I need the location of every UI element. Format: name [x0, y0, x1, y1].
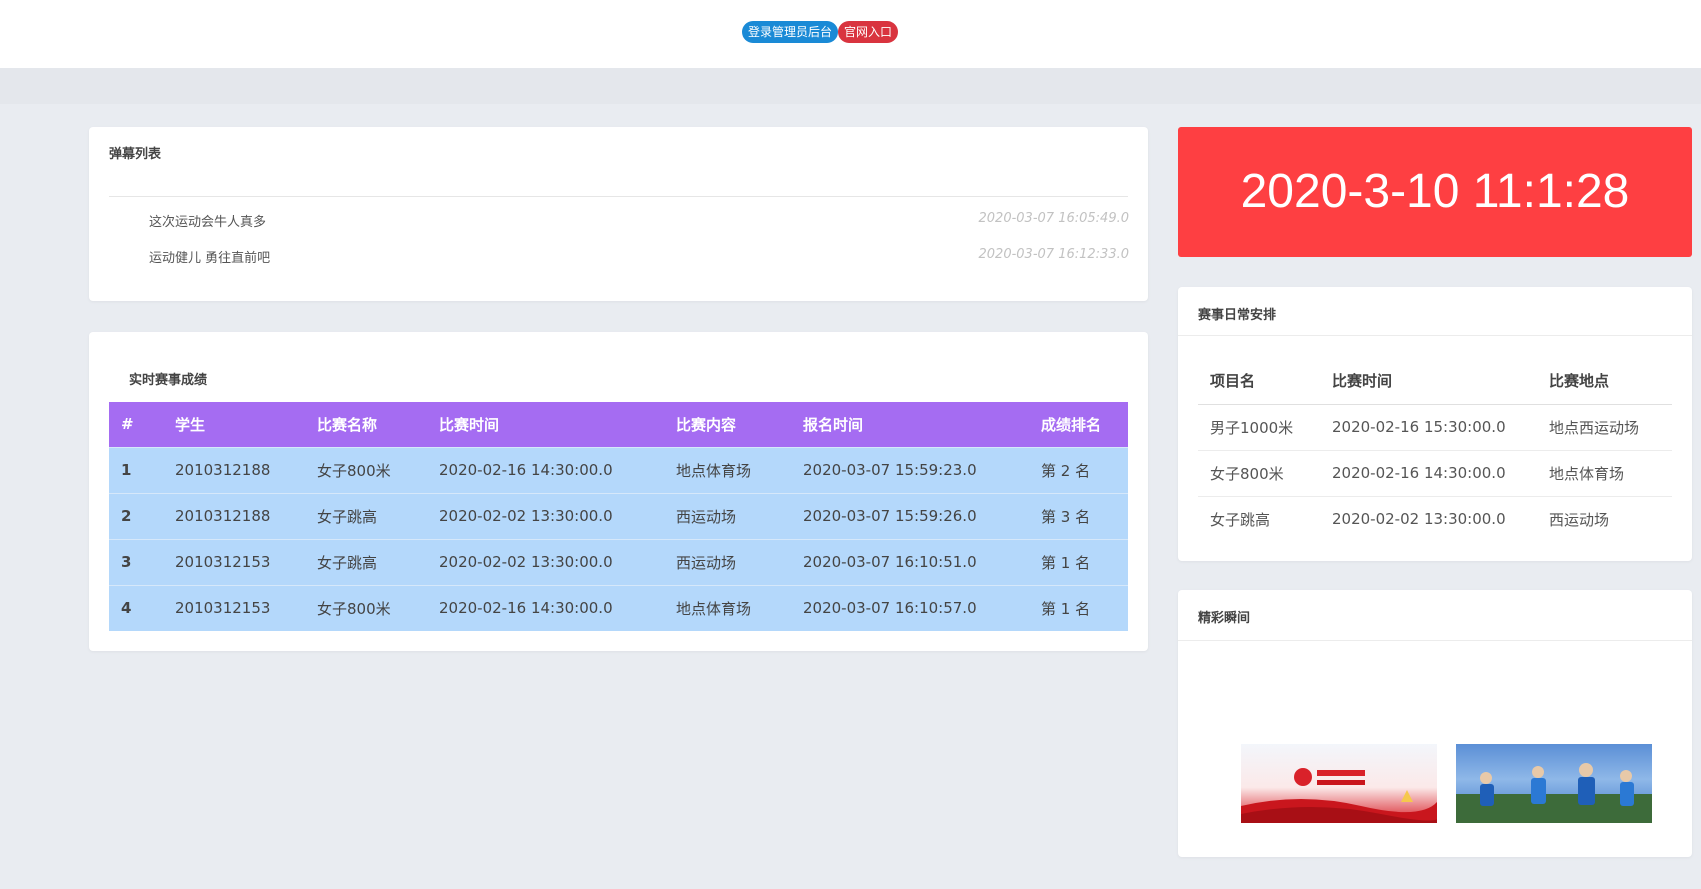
current-time-display: 2020-3-10 11:1:28 — [1178, 127, 1692, 257]
cell: 2020-03-07 16:10:51.0 — [791, 538, 1029, 585]
divider — [1178, 640, 1692, 641]
cell: 2020-02-16 14:30:00.0 — [427, 446, 664, 493]
header-band — [0, 68, 1701, 104]
table-row: 3 2010312153 女子跳高 2020-02-02 13:30:00.0 … — [109, 538, 1128, 585]
highlights-card: 精彩瞬间 — [1178, 590, 1692, 857]
col-header: 比赛名称 — [305, 402, 427, 447]
danmu-card: 弹幕列表 这次运动会牛人真多 2020-03-07 16:05:49.0 运动健… — [89, 127, 1148, 301]
results-table: # 学生 比赛名称 比赛时间 比赛内容 报名时间 成绩排名 1 20103121… — [109, 402, 1128, 631]
cell: 女子800米 — [305, 584, 427, 631]
col-header: 比赛内容 — [664, 402, 791, 447]
results-title: 实时赛事成绩 — [129, 373, 208, 388]
cell: 2020-02-16 14:30:00.0 — [1320, 450, 1537, 497]
cell: 西运动场 — [664, 492, 791, 539]
schedule-card: 赛事日常安排 项目名 比赛时间 比赛地点 男子1000米 2020-02-16 … — [1178, 287, 1692, 561]
col-header: # — [109, 402, 163, 447]
cell: 2020-02-02 13:30:00.0 — [1332, 510, 1506, 529]
danmu-text: 运动健儿 勇往直前吧 — [149, 251, 271, 266]
danmu-title: 弹幕列表 — [109, 147, 162, 162]
danmu-item: 运动健儿 勇往直前吧 2020-03-07 16:12:33.0 — [149, 247, 1129, 267]
col-header: 比赛时间 — [427, 402, 664, 447]
cell: 女子跳高 — [1210, 510, 1271, 529]
cell: 2 — [109, 492, 163, 539]
cell: 2020-02-02 13:30:00.0 — [427, 538, 664, 585]
top-navbar: 登录管理员后台 官网入口 — [0, 0, 1701, 68]
col-header: 比赛时间 — [1320, 358, 1537, 405]
table-row: 1 2010312188 女子800米 2020-02-16 14:30:00.… — [109, 446, 1128, 493]
table-row: 女子跳高 2020-02-02 13:30:00.0 西运动场 — [1198, 496, 1672, 542]
cell: 男子1000米 — [1198, 404, 1320, 451]
danmu-time: 2020-03-07 16:05:49.0 — [978, 211, 1129, 226]
highlight-photo-banner[interactable] — [1241, 744, 1437, 823]
danmu-text: 这次运动会牛人真多 — [149, 215, 267, 230]
table-header-row: # 学生 比赛名称 比赛时间 比赛内容 报名时间 成绩排名 — [109, 402, 1128, 447]
col-header: 报名时间 — [791, 402, 1029, 447]
cell: 2010312153 — [163, 584, 305, 631]
cell: 2020-03-07 15:59:23.0 — [791, 446, 1029, 493]
cell: 地点体育场 — [1537, 450, 1672, 497]
cell: 2020-02-16 15:30:00.0 — [1320, 404, 1537, 451]
table-row: 4 2010312153 女子800米 2020-02-16 14:30:00.… — [109, 584, 1128, 631]
cell: 第 1 名 — [1029, 584, 1128, 631]
nav-buttons: 登录管理员后台 官网入口 — [742, 21, 899, 43]
results-card: 实时赛事成绩 # 学生 比赛名称 比赛时间 比赛内容 报名时间 成绩排名 1 2… — [89, 332, 1148, 651]
cell: 4 — [109, 584, 163, 631]
danmu-time: 2020-03-07 16:12:33.0 — [978, 247, 1129, 262]
col-header: 成绩排名 — [1029, 402, 1128, 447]
col-header: 项目名 — [1198, 358, 1320, 405]
schedule-title: 赛事日常安排 — [1198, 308, 1277, 323]
cell: 2020-03-07 15:59:26.0 — [791, 492, 1029, 539]
admin-login-button[interactable]: 登录管理员后台 — [742, 21, 839, 43]
highlights-title: 精彩瞬间 — [1198, 611, 1251, 626]
cell: 第 1 名 — [1029, 538, 1128, 585]
cell: 地点体育场 — [664, 584, 791, 631]
divider — [1178, 335, 1692, 336]
col-header: 学生 — [163, 402, 305, 447]
cell: 西运动场 — [664, 538, 791, 585]
table-row: 2 2010312188 女子跳高 2020-02-02 13:30:00.0 … — [109, 492, 1128, 539]
official-site-button[interactable]: 官网入口 — [838, 21, 899, 43]
table-row: 男子1000米 2020-02-16 15:30:00.0 地点西运动场 — [1198, 404, 1672, 451]
cell: 第 2 名 — [1029, 446, 1128, 493]
table-row: 女子800米 2020-02-16 14:30:00.0 地点体育场 — [1198, 450, 1672, 497]
cell: 女子800米 — [1198, 450, 1320, 497]
cell: 女子800米 — [305, 446, 427, 493]
cell: 2010312188 — [163, 492, 305, 539]
highlight-photo-runners[interactable] — [1456, 744, 1652, 823]
cell: 2020-03-07 16:10:57.0 — [791, 584, 1029, 631]
col-header: 比赛地点 — [1537, 358, 1672, 405]
cell: 女子跳高 — [305, 492, 427, 539]
cell: 西运动场 — [1549, 510, 1610, 529]
cell: 女子跳高 — [305, 538, 427, 585]
cell: 2020-02-02 13:30:00.0 — [427, 492, 664, 539]
divider — [109, 196, 1128, 197]
cell: 1 — [109, 446, 163, 493]
cell: 地点体育场 — [664, 446, 791, 493]
cell: 地点西运动场 — [1537, 404, 1672, 451]
cell: 2020-02-16 14:30:00.0 — [427, 584, 664, 631]
danmu-item: 这次运动会牛人真多 2020-03-07 16:05:49.0 — [149, 211, 1129, 231]
cell: 第 3 名 — [1029, 492, 1128, 539]
cell: 2010312153 — [163, 538, 305, 585]
table-header-row: 项目名 比赛时间 比赛地点 — [1198, 358, 1672, 405]
schedule-table: 项目名 比赛时间 比赛地点 男子1000米 2020-02-16 15:30:0… — [1198, 358, 1672, 542]
cell: 3 — [109, 538, 163, 585]
cell: 2010312188 — [163, 446, 305, 493]
